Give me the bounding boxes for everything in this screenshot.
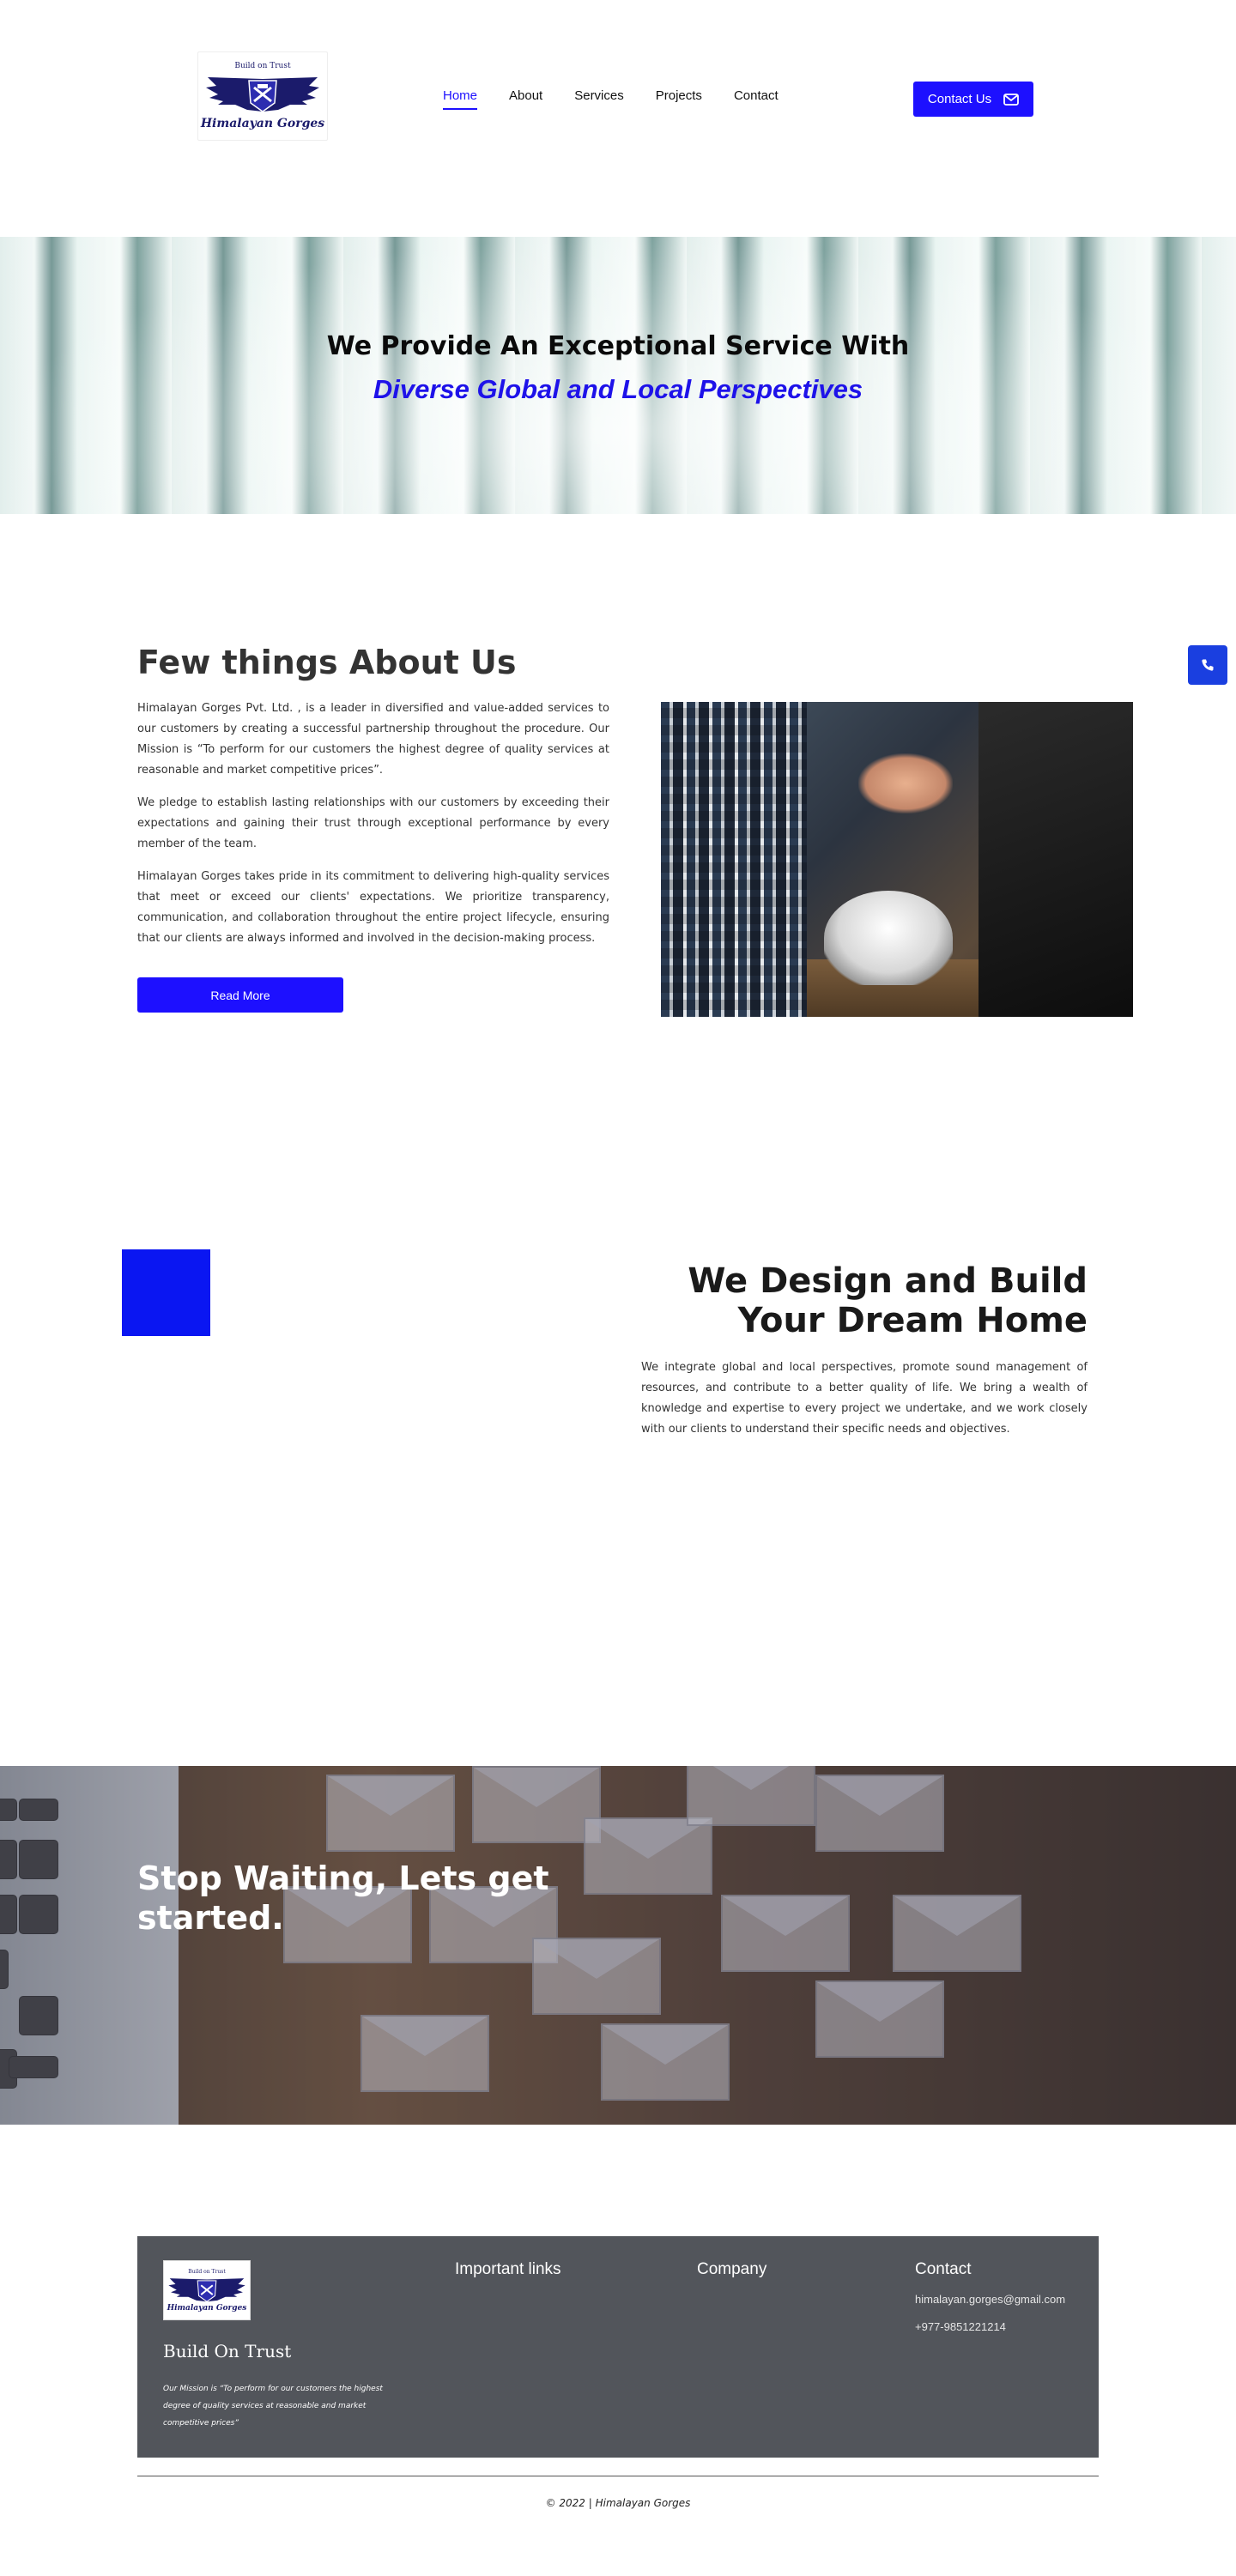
winged-emblem-icon bbox=[206, 77, 319, 112]
image-plaid-shirt bbox=[661, 702, 807, 1017]
footer-contact-heading: Contact bbox=[915, 2260, 972, 2278]
about-title: Few things About Us bbox=[137, 644, 517, 681]
nav-projects[interactable]: Projects bbox=[656, 88, 702, 110]
logo-tagline: Build on Trust bbox=[234, 62, 291, 70]
cta-title: Stop Waiting, Lets get started. bbox=[137, 1859, 549, 1937]
nav-contact[interactable]: Contact bbox=[734, 88, 779, 110]
handshake-image bbox=[661, 702, 1133, 1017]
footer-logo-tagline: Build on Trust bbox=[188, 2268, 226, 2275]
cta-banner: Stop Waiting, Lets get started. bbox=[0, 1766, 1236, 2125]
site-header: Build on Trust Himalayan Gorges Home Abo… bbox=[0, 0, 1236, 197]
site-footer: Build on Trust Himalayan Gorges Build On… bbox=[137, 2236, 1099, 2458]
footer-build-on-trust: Build On Trust bbox=[163, 2341, 292, 2361]
design-title: We Design and Build Your Dream Home bbox=[601, 1261, 1088, 1340]
copyright: © 2022 | Himalayan Gorges bbox=[545, 2497, 691, 2509]
logo-brand: Himalayan Gorges bbox=[200, 117, 325, 130]
contact-us-label: Contact Us bbox=[927, 92, 992, 106]
cta-overlay bbox=[0, 1766, 1236, 2125]
hero-subheading: Diverse Global and Local Perspectives bbox=[373, 374, 863, 404]
decorative-blue-square bbox=[122, 1249, 210, 1336]
main-nav: Home About Services Projects Contact bbox=[443, 88, 810, 110]
about-text: Himalayan Gorges Pvt. Ltd. , is a leader… bbox=[137, 698, 609, 961]
site-logo[interactable]: Build on Trust Himalayan Gorges bbox=[197, 51, 328, 141]
design-text: We integrate global and local perspectiv… bbox=[641, 1361, 1088, 1436]
image-hard-hat bbox=[824, 891, 953, 985]
about-paragraph: We pledge to establish lasting relations… bbox=[137, 796, 609, 850]
nav-services[interactable]: Services bbox=[574, 88, 624, 110]
nav-home[interactable]: Home bbox=[443, 88, 478, 110]
footer-company-heading: Company bbox=[697, 2260, 767, 2278]
footer-email-link[interactable]: himalayan.gorges@gmail.com bbox=[915, 2293, 1065, 2306]
hero-heading: We Provide An Exceptional Service With bbox=[326, 331, 910, 361]
nav-about[interactable]: About bbox=[509, 88, 542, 110]
phone-icon bbox=[1202, 659, 1214, 671]
design-title-line1: We Design and Build bbox=[688, 1261, 1088, 1301]
image-suit bbox=[978, 702, 1133, 1017]
design-title-line2: Your Dream Home bbox=[737, 1301, 1088, 1340]
footer-important-links-heading: Important links bbox=[455, 2260, 561, 2278]
image-handshake bbox=[858, 753, 953, 813]
contact-us-button[interactable]: Contact Us bbox=[913, 82, 1033, 117]
envelope-icon bbox=[1003, 93, 1019, 106]
footer-logo[interactable]: Build on Trust Himalayan Gorges bbox=[163, 2260, 251, 2320]
winged-emblem-icon bbox=[168, 2277, 245, 2302]
floating-call-button[interactable] bbox=[1188, 645, 1227, 685]
read-more-button[interactable]: Read More bbox=[137, 977, 343, 1013]
footer-phone-link[interactable]: +977-9851221214 bbox=[915, 2320, 1006, 2333]
about-paragraph: Himalayan Gorges Pvt. Ltd. , is a leader… bbox=[137, 702, 609, 777]
footer-mission: Our Mission is “To perform for our custo… bbox=[163, 2385, 383, 2428]
footer-logo-brand: Himalayan Gorges bbox=[167, 2303, 247, 2313]
about-paragraph: Himalayan Gorges takes pride in its comm… bbox=[137, 870, 609, 945]
hero-banner: We Provide An Exceptional Service With D… bbox=[0, 237, 1236, 514]
